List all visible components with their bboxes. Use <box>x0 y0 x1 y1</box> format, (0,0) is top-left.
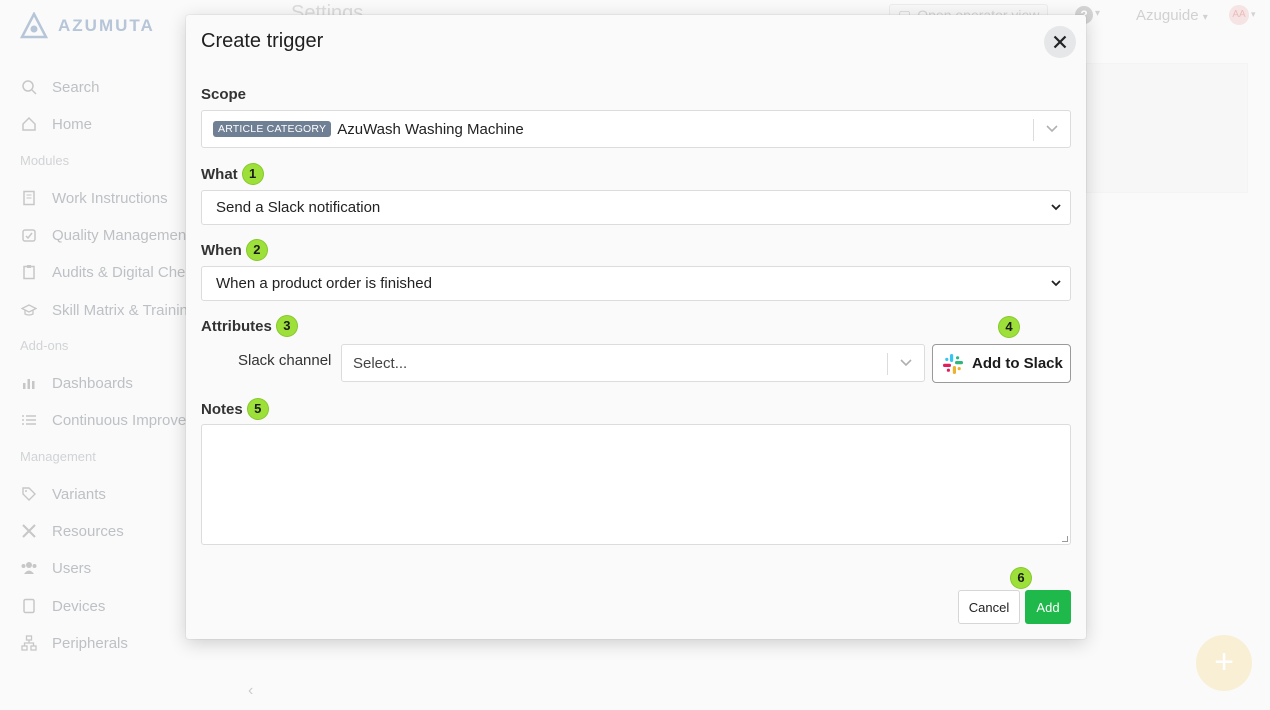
when-select[interactable]: When a product order is finished <box>201 266 1071 301</box>
when-label: When 2 <box>201 240 267 260</box>
what-label: What 1 <box>201 164 263 184</box>
step-badge-2: 2 <box>246 240 267 260</box>
scope-tag-badge: ARTICLE CATEGORY <box>213 121 332 137</box>
create-trigger-modal: Create trigger Scope ARTICLE CATEGORY Az… <box>186 15 1086 639</box>
notes-label-text: Notes <box>201 400 243 418</box>
what-select[interactable]: Send a Slack notification <box>201 190 1071 225</box>
add-to-slack-label: Add to Slack <box>972 355 1063 372</box>
add-to-slack-prefix: Add to <box>972 355 1024 372</box>
step-badge-3: 3 <box>276 316 297 336</box>
slack-logo-icon <box>943 353 963 374</box>
slack-brand-text: Slack <box>1023 355 1063 372</box>
add-button[interactable]: Add <box>1025 590 1071 624</box>
select-divider <box>1033 119 1034 141</box>
notes-label: Notes 5 <box>201 399 268 419</box>
slack-channel-label: Slack channel <box>238 352 332 369</box>
chevron-down-icon[interactable] <box>899 358 913 368</box>
what-select-value: Send a Slack notification <box>216 199 381 216</box>
chevron-down-icon <box>1051 204 1061 211</box>
select-divider <box>887 353 888 375</box>
scope-value: AzuWash Washing Machine <box>337 120 524 138</box>
modal-title: Create trigger <box>201 30 324 52</box>
scope-label: Scope <box>201 86 246 103</box>
when-label-text: When <box>201 241 242 259</box>
what-label-text: What <box>201 165 238 183</box>
close-button[interactable] <box>1044 26 1076 58</box>
resize-handle-icon[interactable] <box>1062 536 1068 542</box>
attributes-label-text: Attributes <box>201 317 272 335</box>
step-badge-6: 6 <box>1011 568 1031 588</box>
attributes-label: Attributes 3 <box>201 316 297 336</box>
step-badge-5: 5 <box>247 399 268 419</box>
scope-label-text: Scope <box>201 86 247 103</box>
chevron-down-icon <box>1051 280 1061 287</box>
close-icon <box>1053 35 1067 49</box>
step-badge-4: 4 <box>999 317 1019 337</box>
slack-channel-select[interactable]: Select... <box>341 344 925 382</box>
add-to-slack-button[interactable]: Add to Slack <box>932 344 1071 383</box>
chevron-down-icon[interactable] <box>1045 124 1059 134</box>
scope-select[interactable]: ARTICLE CATEGORY AzuWash Washing Machine <box>201 110 1071 148</box>
notes-textarea[interactable] <box>201 424 1071 545</box>
slack-channel-placeholder: Select... <box>353 354 408 372</box>
step-badge-1: 1 <box>242 164 263 184</box>
cancel-button[interactable]: Cancel <box>958 590 1020 624</box>
when-select-value: When a product order is finished <box>216 275 432 292</box>
